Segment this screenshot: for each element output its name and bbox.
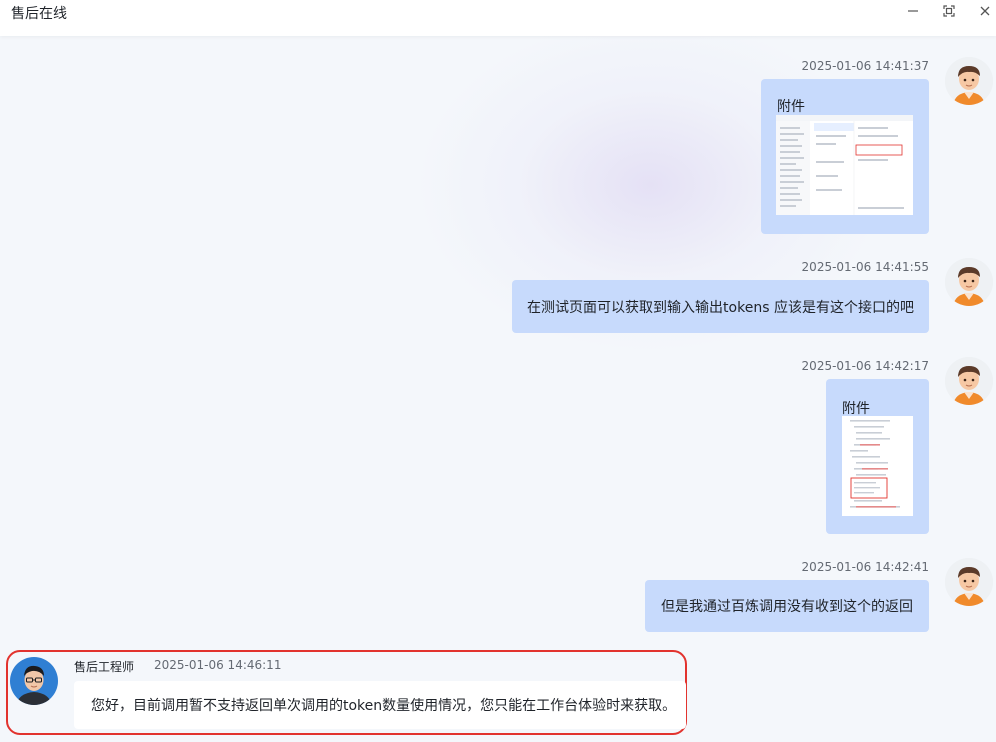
message-time: 2025-01-06 14:41:55: [801, 260, 929, 274]
message-bubble: 在测试页面可以获取到输入输出tokens 应该是有这个接口的吧: [512, 280, 929, 333]
message-time: 2025-01-06 14:42:41: [801, 560, 929, 574]
message-bubble: 但是我通过百炼调用没有收到这个的返回: [645, 580, 929, 632]
agent-name: 售后工程师: [74, 660, 135, 674]
attachment-label: 附件: [842, 401, 870, 417]
agent-message-bubble: 您好，目前调用暂不支持返回单次调用的token数量使用情况，您只能在工作台体验时…: [74, 681, 686, 729]
agent-avatar: [10, 657, 58, 705]
user-avatar: [945, 558, 993, 606]
attachment-thumbnail[interactable]: [776, 115, 913, 215]
attachment-thumbnail[interactable]: [842, 416, 913, 516]
attachment-bubble[interactable]: 附件: [761, 79, 929, 234]
maximize-icon[interactable]: [938, 2, 960, 20]
minimize-icon[interactable]: [902, 2, 924, 20]
message-time: 2025-01-06 14:42:17: [801, 359, 929, 373]
close-icon[interactable]: [974, 2, 996, 20]
window-title: 售后在线: [11, 6, 67, 22]
title-bar: 售后在线: [0, 0, 996, 36]
user-avatar: [945, 258, 993, 306]
message-time: 2025-01-06 14:41:37: [801, 59, 929, 73]
attachment-bubble[interactable]: 附件: [826, 379, 929, 534]
user-avatar: [945, 57, 993, 105]
message-time: 2025-01-06 14:46:11: [154, 658, 282, 672]
attachment-label: 附件: [777, 99, 805, 115]
user-avatar: [945, 357, 993, 405]
